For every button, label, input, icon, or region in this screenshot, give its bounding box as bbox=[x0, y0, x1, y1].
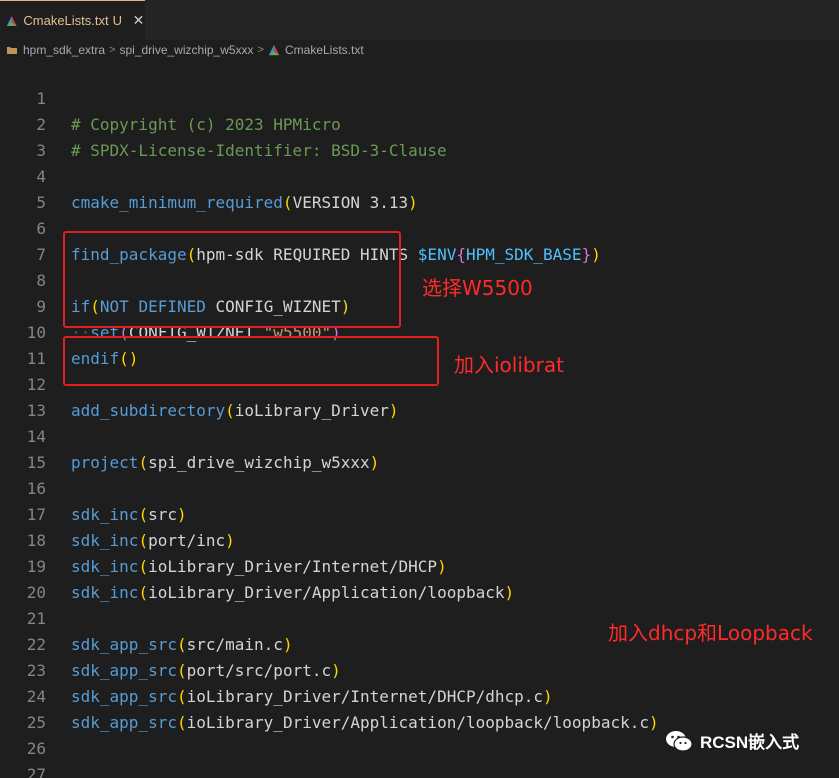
code-line: 24 sdk_app_src(ioLibrary_Driver/Applicat… bbox=[0, 658, 839, 732]
code-line: 6 find_package(hpm-sdk REQUIRED HINTS $E… bbox=[0, 190, 839, 264]
annotation-w5500: 选择W5500 bbox=[422, 276, 533, 300]
folder-icon bbox=[7, 47, 17, 54]
code-line: 15 bbox=[0, 424, 839, 472]
breadcrumb-separator: > bbox=[109, 44, 116, 56]
breadcrumb-item-root[interactable]: hpm_sdk_extra bbox=[23, 43, 105, 57]
code-line: 3 bbox=[0, 112, 839, 160]
code-line: 2 # SPDX-License-Identifier: BSD-3-Claus… bbox=[0, 86, 839, 160]
breadcrumb: hpm_sdk_extra > spi_drive_wizchip_w5xxx … bbox=[0, 40, 839, 60]
annotation-iolib: 加入iolibrat bbox=[454, 353, 564, 377]
code-line: 19 sdk_inc(ioLibrary_Driver/Application/… bbox=[0, 528, 839, 602]
annotation-box-iolib bbox=[63, 336, 439, 386]
code-line: 28 bbox=[0, 762, 839, 778]
code-line: 1 # Copyright (c) 2023 HPMicro bbox=[0, 60, 839, 134]
cmake-file-icon bbox=[6, 15, 17, 26]
breadcrumb-item-file[interactable]: CmakeLists.txt bbox=[285, 43, 364, 57]
tab-bar: CmakeLists.txt U ✕ bbox=[0, 0, 839, 40]
wechat-icon bbox=[666, 730, 693, 752]
code-line: 14 project(spi_drive_wizchip_w5xxx) bbox=[0, 398, 839, 472]
annotation-dhcp: 加入dhcp和Loopback bbox=[608, 621, 813, 645]
code-line: 4 cmake_minimum_required(VERSION 3.13) bbox=[0, 138, 839, 212]
code-line: 21 sdk_app_src(src/main.c) bbox=[0, 580, 839, 654]
watermark-text: RCSN嵌入式 bbox=[700, 733, 800, 752]
breadcrumb-separator: > bbox=[257, 44, 264, 56]
tab-title: CmakeLists.txt bbox=[23, 13, 109, 28]
breadcrumb-item-folder[interactable]: spi_drive_wizchip_w5xxx bbox=[119, 43, 253, 57]
code-line: 5 bbox=[0, 164, 839, 212]
code-line: 17 sdk_inc(port/inc) bbox=[0, 476, 839, 550]
code-line: 16 sdk_inc(src) bbox=[0, 450, 839, 524]
cmake-file-icon bbox=[268, 44, 280, 56]
watermark: RCSN嵌入式 bbox=[665, 728, 799, 753]
tab-cmakelists[interactable]: CmakeLists.txt U ✕ bbox=[0, 0, 145, 40]
code-line: 18 sdk_inc(ioLibrary_Driver/Internet/DHC… bbox=[0, 502, 839, 576]
code-line: 20 bbox=[0, 554, 839, 602]
code-line: 25 bbox=[0, 684, 839, 732]
annotation-box-w5500 bbox=[63, 231, 401, 328]
untracked-badge: U bbox=[112, 13, 123, 28]
code-editor[interactable]: 1 # Copyright (c) 2023 HPMicro 2 # SPDX-… bbox=[0, 60, 839, 778]
close-icon[interactable]: ✕ bbox=[132, 12, 145, 29]
editor-window: CmakeLists.txt U ✕ hpm_sdk_extra > spi_d… bbox=[0, 0, 839, 778]
